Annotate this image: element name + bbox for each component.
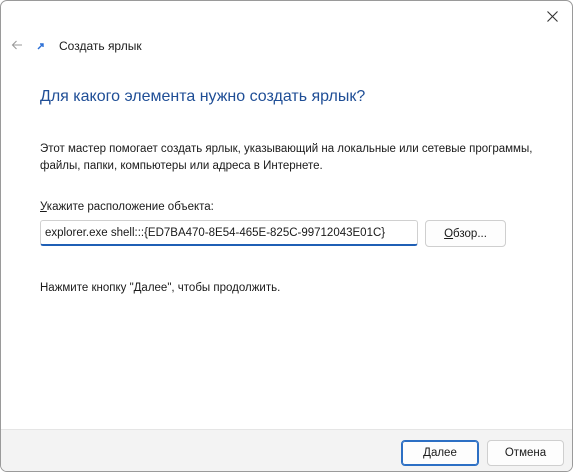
create-shortcut-window: Создать ярлык Для какого элемента нужно …: [0, 0, 573, 472]
next-button[interactable]: Далее: [401, 440, 479, 466]
cancel-label: Отмена: [504, 447, 547, 459]
browse-button[interactable]: Обзор...: [425, 220, 506, 247]
next-access-key: Д: [423, 447, 431, 459]
close-icon: [546, 10, 558, 22]
back-button[interactable]: [7, 35, 27, 55]
wizard-title: Создать ярлык: [59, 39, 142, 53]
location-label-text: кажите расположение объекта:: [46, 201, 214, 213]
location-label-access-key: У: [40, 201, 47, 213]
wizard-description: Этот мастер помогает создать ярлык, указ…: [40, 143, 533, 172]
location-input[interactable]: [40, 220, 418, 246]
location-label: Укажите расположение объекта:: [40, 201, 214, 213]
browse-access-key: О: [444, 227, 454, 240]
cancel-button[interactable]: Отмена: [487, 440, 564, 466]
continue-hint: Нажмите кнопку "Далее", чтобы продолжить…: [40, 282, 281, 294]
footer-bar: Далее Отмена: [1, 429, 572, 471]
next-label: алее: [430, 447, 457, 459]
shortcut-arrow-icon: [37, 43, 44, 50]
wizard-nav: Создать ярлык: [1, 33, 572, 59]
title-bar: [1, 1, 572, 29]
page-heading: Для какого элемента нужно создать ярлык?: [40, 88, 366, 105]
close-button[interactable]: [532, 1, 572, 31]
back-arrow-icon: [11, 40, 22, 50]
browse-label: бзор...: [453, 227, 487, 240]
